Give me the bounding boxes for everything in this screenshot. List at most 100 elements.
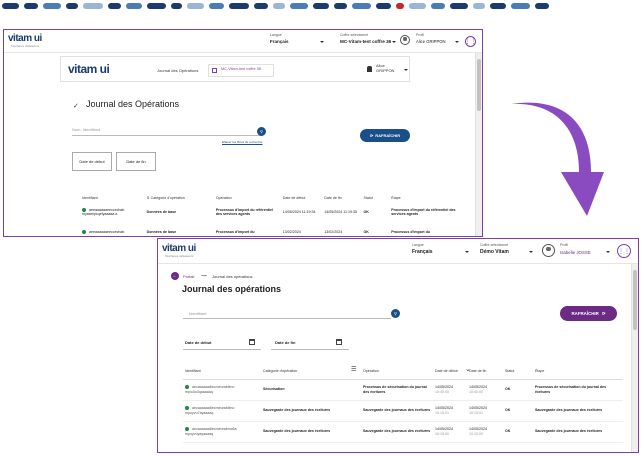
old-tenant-chip[interactable]: MC-Vitam-test coffre 36 bbox=[208, 64, 274, 77]
table-row[interactable]: aecaaaaaa6ecmeurabmc6a mpoyvuyayaaaaq Sau… bbox=[183, 421, 623, 442]
calendar-icon[interactable] bbox=[249, 339, 255, 345]
row-step: Processus de sécurisation du journal des… bbox=[535, 385, 607, 394]
old-logo[interactable]: vitam ui bbox=[8, 33, 42, 44]
chevron-down-icon[interactable] bbox=[529, 251, 533, 253]
search-icon[interactable]: ⚲ bbox=[391, 309, 400, 318]
apps-grid-icon[interactable]: ⋮⋮ bbox=[617, 244, 631, 258]
table-row[interactable]: aecaaaaaa6ecmeurabilmo mpoyvu7ayaaaaq Sau… bbox=[183, 400, 623, 421]
column-header: Date de début bbox=[435, 368, 458, 373]
sort-chevron-icon[interactable]: ⌄ bbox=[465, 365, 471, 373]
chevron-down-icon[interactable] bbox=[404, 69, 408, 71]
table-header: Identifiant Catégorie d'opération Opératio… bbox=[183, 363, 623, 379]
new-search-input[interactable]: Identifiant bbox=[183, 308, 391, 319]
dash-segment bbox=[66, 3, 78, 9]
back-arrow-icon[interactable]: ← bbox=[171, 272, 179, 280]
column-header: Identifiant bbox=[185, 368, 201, 373]
dash-segment bbox=[108, 3, 121, 9]
new-scrollbar-thumb[interactable] bbox=[633, 270, 637, 330]
row-status: OK bbox=[505, 408, 511, 413]
old-scrollbar[interactable] bbox=[475, 53, 482, 236]
column-header: Date de fin bbox=[324, 195, 342, 200]
column-header: Date de fin bbox=[469, 368, 487, 373]
row-operation: Sauvegarde des journaux des écritures bbox=[363, 429, 431, 434]
row-category: Données de base bbox=[146, 209, 177, 214]
apps-grid-icon[interactable]: ⋮⋮ bbox=[465, 36, 477, 47]
chevron-down-icon[interactable] bbox=[455, 41, 459, 43]
search-icon[interactable]: ⚲ bbox=[257, 127, 266, 136]
row-operation: Processus d'import du bbox=[215, 229, 255, 234]
table-row[interactable]: aeeaaaaaaeeccechab Données de base Process… bbox=[80, 222, 470, 236]
old-app-logo[interactable]: vitam ui bbox=[68, 62, 110, 76]
old-refresh-label: RAFRAÎCHIR bbox=[375, 133, 401, 138]
old-user-name[interactable]: Alice GRIPPON bbox=[376, 63, 402, 73]
old-app-title: Journal des Opérations bbox=[157, 68, 199, 73]
table-header: Identifiant ⇅ Catégorie d'opération Opérat… bbox=[80, 193, 470, 202]
avatar[interactable] bbox=[542, 244, 555, 257]
dash-segment bbox=[334, 3, 347, 9]
new-scrollbar[interactable] bbox=[631, 264, 638, 452]
breadcrumb-separator-icon: ⟶ bbox=[201, 273, 207, 278]
old-search-input[interactable]: Nom, Identifiant bbox=[72, 127, 262, 136]
old-date-end[interactable]: Date de fin bbox=[116, 152, 156, 171]
row-operation: Processus d'import du référentiel des se… bbox=[215, 207, 273, 216]
old-profil-name[interactable]: Alice GRIPPON bbox=[416, 39, 446, 44]
dash-segment bbox=[396, 3, 404, 9]
calendar-icon[interactable] bbox=[336, 339, 342, 345]
status-dot-icon bbox=[185, 406, 189, 411]
old-date-start[interactable]: Date de début bbox=[72, 152, 112, 171]
new-logo[interactable]: vitam ui bbox=[162, 243, 196, 254]
filter-icon[interactable]: ☰ bbox=[351, 366, 356, 373]
old-refresh-button[interactable]: ⟳ RAFRAÎCHIR bbox=[360, 129, 410, 142]
row-step: Processus d'import du bbox=[391, 229, 430, 234]
top-dash-decoration bbox=[0, 3, 642, 10]
column-header: Étape bbox=[535, 368, 545, 373]
old-profil-label: Profil bbox=[416, 33, 424, 37]
old-coffre-select[interactable]: MC-Vitam-test coffre 36 bbox=[340, 39, 391, 44]
table-row[interactable]: aecaaaaaa6ecmeurabilmo mpiu3o3qaaaaaq Séc… bbox=[183, 379, 623, 400]
chevron-down-icon[interactable] bbox=[320, 41, 324, 43]
chevron-down-icon[interactable] bbox=[465, 251, 469, 253]
table-row[interactable]: aeeaaaaaaeeccechab myaampcqefyaaaaa a Don… bbox=[80, 202, 470, 222]
new-profil-name[interactable]: Isabelle JOSSE bbox=[560, 250, 591, 255]
old-clear-filters-link[interactable]: Effacer les filtres de recherche bbox=[222, 140, 262, 144]
refresh-icon: ⟳ bbox=[369, 133, 374, 138]
old-langue-label: Langue bbox=[270, 33, 282, 37]
row-identifier: aeeaaaaaaeeccechab myaampcqefyaaaaa a bbox=[82, 207, 125, 216]
old-logo-subtitle: Interfaces utilisateurs bbox=[11, 44, 40, 48]
dash-segment bbox=[187, 3, 204, 9]
column-header: Statut bbox=[363, 195, 373, 200]
row-category: Sauvegarde des journaux des écritures bbox=[263, 429, 331, 434]
dash-segment bbox=[273, 3, 285, 9]
row-end-time: 10:15:00 bbox=[469, 431, 483, 436]
new-coffre-select[interactable]: Démo Vitam bbox=[480, 249, 509, 255]
chevron-down-icon[interactable] bbox=[606, 251, 610, 253]
row-identifier: aecaaaaaa6ecmeurabmc6a mpoyvuyayaaaaq bbox=[185, 427, 237, 436]
row-start-date: 14/05/2024 10:15:01 bbox=[433, 400, 467, 421]
row-status: OK bbox=[363, 229, 369, 234]
dash-segment bbox=[147, 3, 166, 9]
dash-segment bbox=[313, 3, 329, 9]
status-dot-icon bbox=[82, 207, 86, 212]
row-category: Données de base bbox=[146, 229, 177, 234]
avatar[interactable] bbox=[400, 35, 410, 45]
row-start-time: 10:15:01 bbox=[435, 410, 449, 415]
new-coffre-label: Coffre sélectionné bbox=[480, 243, 509, 247]
row-start-date: 14/05/2024 10:15:00 bbox=[433, 421, 467, 442]
chevron-down-icon[interactable] bbox=[392, 41, 396, 43]
new-langue-label: Langue bbox=[412, 243, 424, 247]
old-langue-select[interactable]: Français bbox=[270, 39, 289, 44]
new-refresh-button[interactable]: RAFRAÎCHIR ⟳ bbox=[560, 306, 617, 321]
new-langue-select[interactable]: Français bbox=[412, 249, 433, 255]
old-scrollbar-thumb[interactable] bbox=[477, 59, 481, 111]
breadcrumb-portail[interactable]: Portail bbox=[183, 274, 194, 279]
new-profil-label: Profil bbox=[560, 243, 568, 247]
column-header: Étape bbox=[391, 195, 401, 200]
row-end-date: 13/02/2024 bbox=[324, 229, 343, 234]
status-dot-icon bbox=[185, 385, 189, 390]
row-identifier: aeeaaaaaaeeccechab bbox=[80, 222, 145, 236]
dash-segment bbox=[352, 3, 371, 9]
old-app-bar: vitam ui Journal des Opérations MC-Vitam… bbox=[60, 56, 410, 82]
row-start-date: 13/02/2024 bbox=[282, 229, 301, 234]
dash-segment bbox=[450, 3, 468, 9]
row-start-date: 14/05/2024 11:19:34 bbox=[282, 209, 316, 214]
